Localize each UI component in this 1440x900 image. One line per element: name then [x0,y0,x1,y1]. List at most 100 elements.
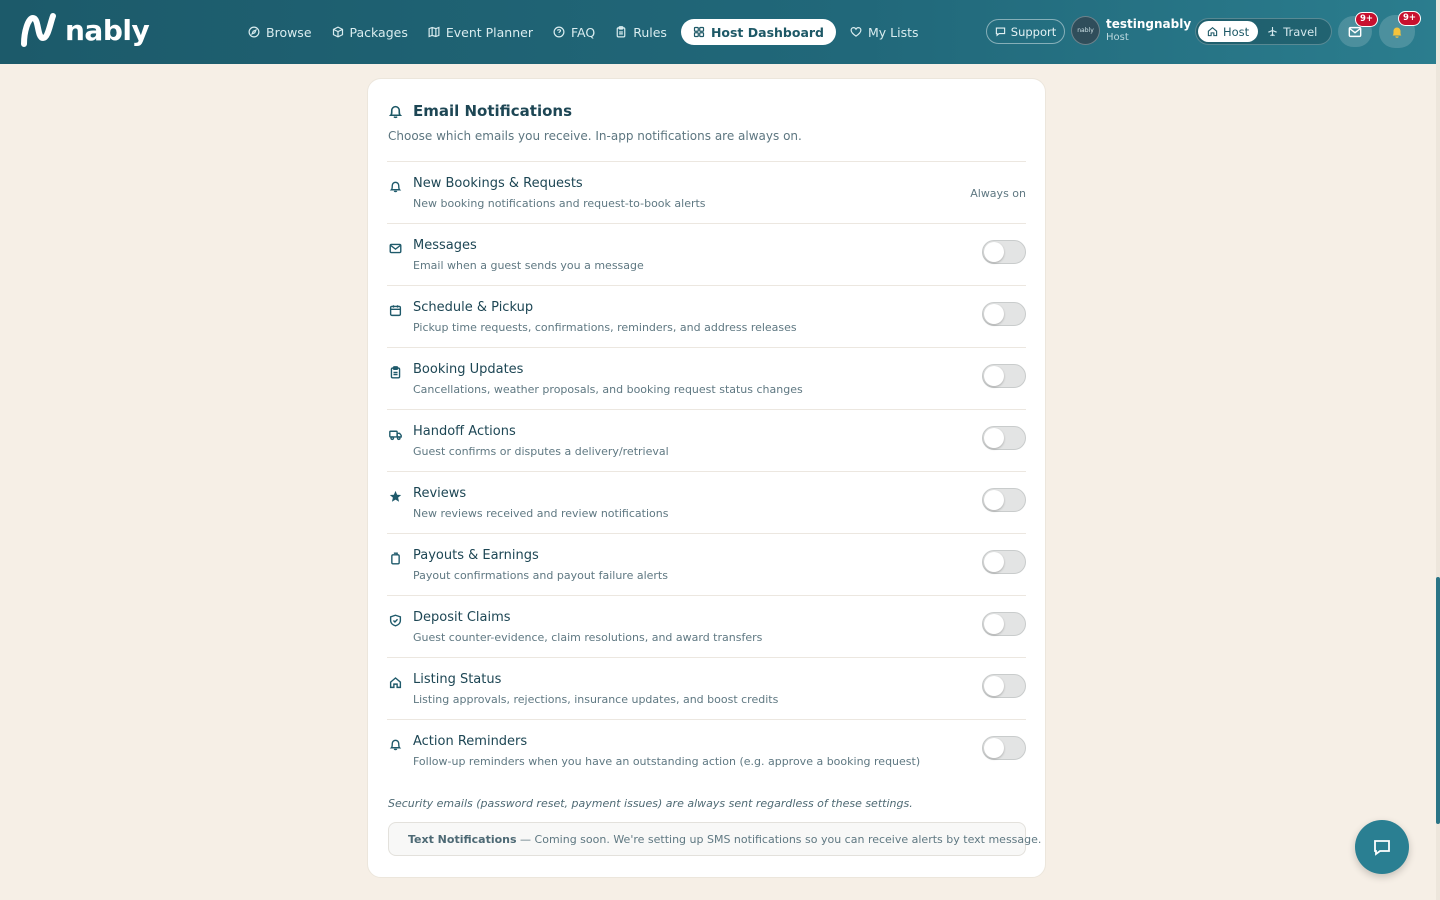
row-description: Pickup time requests, confirmations, rem… [413,321,797,334]
nav-host-dashboard[interactable]: Host Dashboard [680,19,836,45]
heart-icon [850,27,862,37]
notification-row-listing-status: Listing Status Listing approvals, reject… [387,657,1026,719]
home-icon [389,677,402,689]
user-menu[interactable]: nably testingnably Host ▾ [1071,16,1203,45]
row-description: New booking notifications and request-to… [413,197,706,210]
messages-button[interactable]: 9+ [1338,12,1378,47]
notification-row-messages: Messages Email when a guest sends you a … [387,223,1026,285]
map-icon [428,26,440,38]
deposit-claims-toggle[interactable] [982,612,1026,636]
row-description: Guest confirms or disputes a delivery/re… [413,445,669,458]
bell-icon [388,105,403,118]
bell-icon [1392,26,1402,38]
row-description: Cancellations, weather proposals, and bo… [413,383,803,396]
email-notifications-card: Email Notifications Choose which emails … [367,78,1046,878]
notification-list: New Bookings & Requests New booking noti… [387,161,1026,781]
nav-host-dashboard-label: Host Dashboard [710,24,824,40]
bell-icon [389,739,402,751]
notification-row-reviews: Reviews New reviews received and review … [387,471,1026,533]
mode-host-label: Host [1223,24,1250,39]
nav-rules-label: Rules [633,24,667,40]
text-notifications-label: Text Notifications [408,832,517,846]
text-notifications-message: — Coming soon. We're setting up SMS noti… [516,832,1042,846]
row-description: Payout confirmations and payout failure … [413,569,668,582]
notification-row-handoff-actions: Handoff Actions Guest confirms or disput… [387,409,1026,471]
chat-button[interactable] [1355,820,1409,874]
row-description: Listing approvals, rejections, insurance… [413,693,779,706]
support-button[interactable]: Support [986,19,1065,44]
user-role: Host [1106,31,1129,43]
truck-icon [389,430,402,441]
row-title: New Bookings & Requests [413,176,583,191]
notification-row-action-reminders: Action Reminders Follow-up reminders whe… [387,719,1026,781]
avatar: nably [1071,16,1100,45]
row-description: Follow-up reminders when you have an out… [413,755,921,768]
messages-toggle[interactable] [982,240,1026,264]
mode-travel-button[interactable]: Travel [1258,21,1326,42]
notifications-badge: 9+ [1397,11,1421,26]
messages-badge: 9+ [1354,12,1378,27]
row-title: Action Reminders [413,734,528,749]
schedule-pickup-toggle[interactable] [982,302,1026,326]
plane-icon [1268,27,1278,37]
wallet-icon [391,552,400,565]
text-notifications-notice: Text Notifications — Coming soon. We're … [388,822,1041,856]
row-title: Deposit Claims [413,610,511,625]
row-description: Email when a guest sends you a message [413,259,644,272]
listing-status-toggle[interactable] [982,674,1026,698]
nav-rules[interactable]: Rules [605,19,677,45]
compass-icon [248,26,260,38]
nav-my-lists-label: My Lists [868,24,919,40]
action-reminders-toggle[interactable] [982,736,1026,760]
card-subtitle: Choose which emails you receive. In-app … [388,129,802,143]
always-on-label: Always on [970,187,1026,200]
message-square-icon [995,27,1005,37]
main-nav: Browse Packages Event Planner FAQ Rules … [238,19,929,45]
mail-icon [389,243,402,254]
card-title: Email Notifications [388,102,802,120]
nav-packages-label: Packages [349,24,408,40]
avatar-text: nably [1077,27,1094,34]
payouts-toggle[interactable] [982,550,1026,574]
reviews-toggle[interactable] [982,488,1026,512]
nav-packages[interactable]: Packages [322,19,418,45]
nav-browse[interactable]: Browse [238,19,322,45]
nably-logo-icon [21,13,56,47]
user-meta: testingnably Host [1106,17,1191,45]
support-label: Support [1010,24,1057,39]
mode-host-button[interactable]: Host [1198,21,1259,42]
notifications-button[interactable]: 9+ [1379,11,1421,48]
row-title: Reviews [413,486,467,501]
nav-event-planner[interactable]: Event Planner [418,19,543,45]
nav-faq-label: FAQ [570,24,596,40]
handoff-actions-toggle[interactable] [982,426,1026,450]
mode-switch: Host Travel [1195,18,1332,45]
notification-row-payouts: Payouts & Earnings Payout confirmations … [387,533,1026,595]
card-title-text: Email Notifications [413,102,573,120]
home-icon [1207,27,1218,37]
notification-row-deposit-claims: Deposit Claims Guest counter-evidence, c… [387,595,1026,657]
row-title: Schedule & Pickup [413,300,534,315]
row-description: New reviews received and review notifica… [413,507,669,520]
row-title: Booking Updates [413,362,524,377]
notification-row-schedule-pickup: Schedule & Pickup Pickup time requests, … [387,285,1026,347]
brand-logo[interactable]: nably [20,12,150,48]
notification-row-new-bookings: New Bookings & Requests New booking noti… [387,161,1026,223]
row-title: Listing Status [413,672,502,687]
nav-my-lists[interactable]: My Lists [840,19,929,45]
card-header: Email Notifications Choose which emails … [388,102,802,143]
chat-bubble-icon [1374,840,1390,856]
row-title: Handoff Actions [413,424,516,439]
user-name: testingnably [1106,16,1192,31]
notification-row-booking-updates: Booking Updates Cancellations, weather p… [387,347,1026,409]
row-title: Payouts & Earnings [413,548,539,563]
package-icon [332,26,343,38]
security-note: Security emails (password reset, payment… [388,797,913,810]
scrollbar-thumb[interactable] [1436,577,1440,824]
help-circle-icon [553,26,565,38]
nav-faq[interactable]: FAQ [543,19,605,45]
star-icon [389,490,402,502]
top-navbar: nably Browse Packages Event Planner FAQ … [0,0,1436,64]
grid-icon [693,26,705,38]
booking-updates-toggle[interactable] [982,364,1026,388]
